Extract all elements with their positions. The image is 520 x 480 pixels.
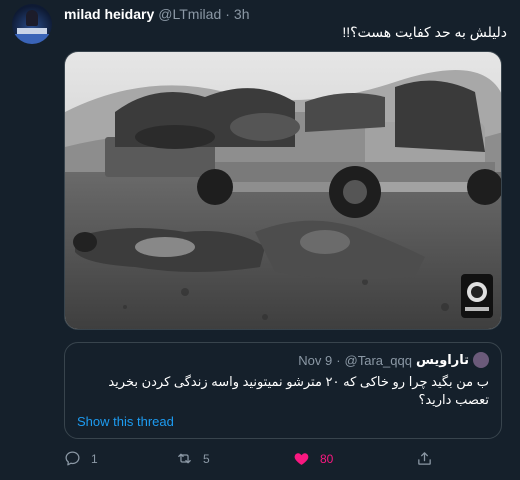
tweet[interactable]: milad heidary @LTmilad · 3h دلیلش به حد … [0, 0, 520, 480]
quoted-tweet-header: تاراویس @Tara_qqq · Nov 9 [298, 352, 489, 368]
quoted-author-avatar[interactable] [473, 352, 489, 368]
avatar-base [12, 34, 52, 44]
reply-count: 1 [91, 451, 98, 466]
quoted-tweet-timestamp[interactable]: Nov 9 [298, 353, 332, 368]
tweet-actions: 1 5 80 [0, 450, 520, 470]
author-handle[interactable]: @LTmilad [158, 6, 221, 22]
war-photo-image [65, 52, 501, 329]
share-button[interactable] [416, 450, 433, 467]
quoted-tweet-text: ب من بگید چرا رو خاکی که ۲۰ مترشو نمیتون… [108, 374, 489, 407]
quoted-header-separator: · [336, 352, 341, 368]
retweet-button[interactable]: 5 [176, 450, 210, 467]
heart-icon [294, 453, 309, 465]
header-separator: · [225, 6, 230, 22]
tweet-text: دلیلش به حد کفایت هست؟!! [342, 24, 507, 40]
share-icon [418, 452, 431, 465]
quoted-tweet[interactable]: تاراویس @Tara_qqq · Nov 9 ب من بگید چرا … [64, 342, 502, 439]
avatar-figure [26, 10, 38, 26]
like-button[interactable]: 80 [293, 450, 333, 467]
tweet-photo[interactable] [64, 51, 502, 330]
tweet-timestamp[interactable]: 3h [234, 6, 250, 22]
tweet-header: milad heidary @LTmilad · 3h [64, 5, 249, 23]
retweet-count: 5 [203, 451, 210, 466]
avatar-band [17, 28, 47, 34]
like-count: 80 [320, 451, 334, 466]
show-thread-link[interactable]: Show this thread [77, 414, 174, 429]
reply-icon [65, 451, 80, 466]
quoted-author-handle[interactable]: @Tara_qqq [345, 353, 412, 368]
retweet-icon [178, 453, 191, 464]
quoted-author-display-name[interactable]: تاراویس [416, 352, 469, 368]
author-avatar[interactable] [12, 4, 52, 44]
author-display-name[interactable]: milad heidary [64, 6, 154, 22]
reply-button[interactable]: 1 [64, 450, 98, 467]
